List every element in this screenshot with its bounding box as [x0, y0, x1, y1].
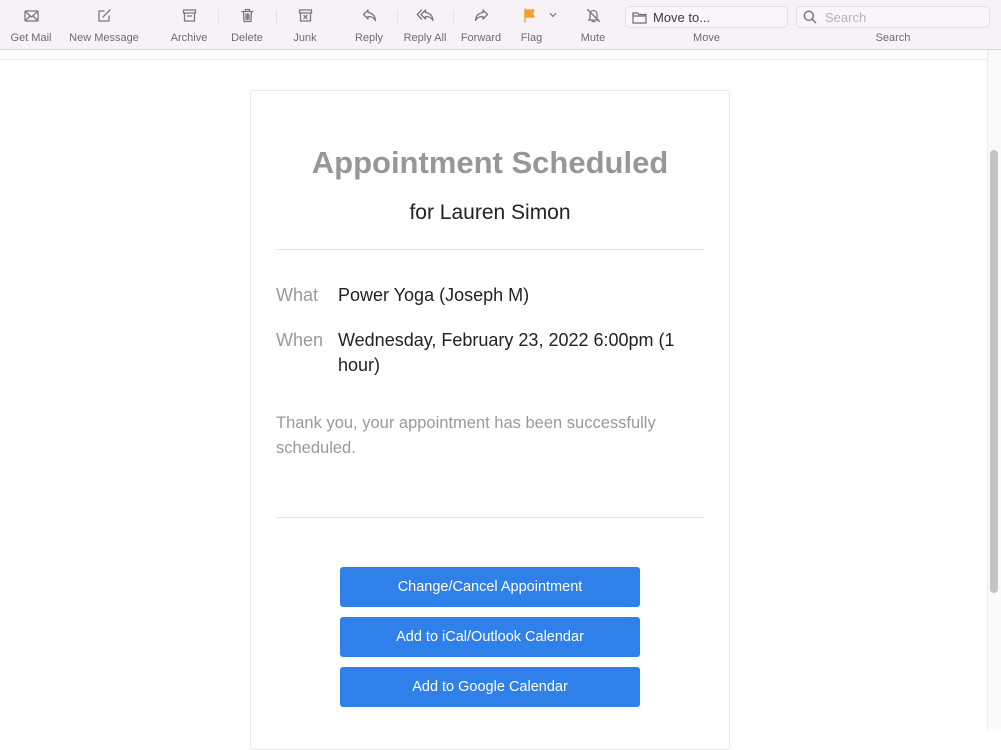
- mail-toolbar: Get Mail New Message Archive Delete Junk…: [0, 0, 1001, 50]
- search-field[interactable]: [796, 6, 990, 28]
- search-icon: [803, 10, 817, 24]
- flag-icon: [523, 7, 535, 23]
- reply-all-label: Reply All: [403, 32, 447, 44]
- mute-button[interactable]: Mute: [574, 0, 612, 50]
- junk-button[interactable]: Junk: [287, 0, 323, 50]
- junk-label: Junk: [293, 32, 317, 44]
- search-input[interactable]: [825, 9, 975, 25]
- get-mail-button[interactable]: Get Mail: [7, 0, 55, 50]
- header-divider: [0, 59, 988, 60]
- when-value: Wednesday, February 23, 2022 6:00pm (1 h…: [338, 330, 675, 375]
- reply-button[interactable]: Reply: [350, 0, 388, 50]
- trash-icon: [240, 8, 254, 22]
- reply-all-button[interactable]: Reply All: [400, 0, 450, 50]
- reply-icon: [362, 8, 376, 21]
- delete-button[interactable]: Delete: [227, 0, 267, 50]
- email-title: Appointment Scheduled: [311, 145, 669, 180]
- reply-label: Reply: [354, 32, 384, 44]
- toolbar-separator: [218, 10, 219, 25]
- new-message-label: New Message: [69, 32, 139, 44]
- chevron-down-icon[interactable]: [548, 10, 558, 20]
- get-mail-label: Get Mail: [10, 32, 52, 44]
- forward-label: Forward: [460, 32, 502, 44]
- email-body-card: Appointment Scheduled for Lauren Simon W…: [250, 90, 730, 750]
- move-to-dropdown[interactable]: Move to...: [625, 6, 788, 28]
- archive-icon: [182, 8, 196, 22]
- email-subtitle: for Lauren Simon: [409, 201, 571, 224]
- delete-label: Delete: [231, 32, 263, 44]
- toolbar-separator: [397, 10, 398, 25]
- folder-icon: [632, 11, 647, 24]
- archive-button[interactable]: Archive: [166, 0, 212, 50]
- bell-slash-icon: [586, 8, 600, 22]
- envelope-icon: [23, 9, 39, 22]
- move-group-label: Move: [693, 32, 720, 44]
- confirmation-note: Thank you, your appointment has been suc…: [276, 414, 656, 457]
- new-message-button[interactable]: New Message: [64, 0, 144, 50]
- flag-label: Flag: [520, 32, 543, 44]
- flag-button[interactable]: Flag: [517, 0, 561, 50]
- when-label: When: [276, 330, 324, 350]
- scrollbar-thumb[interactable]: [990, 150, 998, 593]
- move-to-label: Move to...: [653, 9, 711, 25]
- mute-label: Mute: [580, 32, 606, 44]
- add-to-ical-outlook-button[interactable]: Add to iCal/Outlook Calendar: [340, 617, 640, 657]
- forward-icon: [474, 8, 488, 21]
- search-group-label: Search: [875, 32, 911, 44]
- toolbar-separator: [453, 10, 454, 25]
- divider: [276, 517, 704, 518]
- add-to-google-calendar-button[interactable]: Add to Google Calendar: [340, 667, 640, 707]
- what-label: What: [276, 285, 319, 305]
- junk-icon: [298, 8, 312, 22]
- reply-all-icon: [416, 8, 434, 21]
- divider: [276, 249, 704, 250]
- what-value: Power Yoga (Joseph M): [338, 285, 530, 305]
- compose-icon: [97, 8, 111, 22]
- change-cancel-appointment-button[interactable]: Change/Cancel Appointment: [340, 567, 640, 607]
- toolbar-separator: [276, 10, 277, 25]
- forward-button[interactable]: Forward: [457, 0, 505, 50]
- archive-label: Archive: [170, 32, 208, 44]
